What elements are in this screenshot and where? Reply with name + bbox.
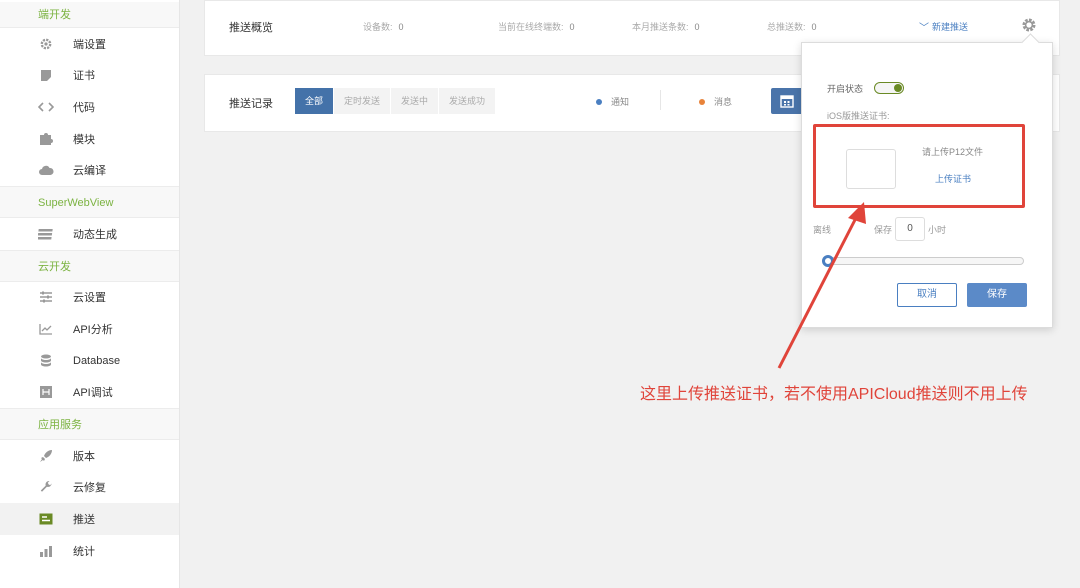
offline-label: 离线 <box>813 225 832 235</box>
new-push-link[interactable]: ﹀ 新建推送 <box>919 19 968 34</box>
message-dot <box>699 98 705 105</box>
bar-chart-icon <box>38 544 54 558</box>
filter-sending-button[interactable]: 发送中 <box>391 88 440 114</box>
calendar-icon <box>780 95 794 108</box>
annotation-highlight-box <box>813 124 1025 208</box>
overview-title: 推送概览 <box>229 22 273 34</box>
sidebar-item-label: 统计 <box>73 545 95 558</box>
sidebar-item-label: Database <box>73 354 121 367</box>
sidebar-item-label: 证书 <box>73 70 95 83</box>
status-label: 开启状态 <box>827 84 864 94</box>
legend-message: 消息 <box>699 95 732 108</box>
save-button[interactable]: 保存 <box>967 283 1027 307</box>
sidebar-item-client-settings[interactable]: 端设置 <box>0 28 179 60</box>
section-header-client-dev: 端开发 <box>0 2 179 28</box>
sidebar-item-api-analysis[interactable]: API分析 <box>0 313 179 345</box>
sliders-icon <box>38 290 54 304</box>
filter-scheduled-button[interactable]: 定时发送 <box>334 88 392 114</box>
sidebar-item-code[interactable]: 代码 <box>0 91 179 123</box>
sidebar-item-label: 端设置 <box>73 38 106 51</box>
hours-unit: 小时 <box>928 225 947 235</box>
notification-dot <box>596 98 602 105</box>
sidebar-item-module[interactable]: 模块 <box>0 123 179 155</box>
sidebar-item-cloud-compile[interactable]: 云编译 <box>0 154 179 186</box>
sidebar-item-label: 模块 <box>73 133 95 146</box>
offline-keep-label: 保存 <box>874 225 893 235</box>
sidebar-item-statistics[interactable]: 统计 <box>0 535 179 567</box>
cloud-icon <box>38 163 54 177</box>
section-header-app-services: 应用服务 <box>0 407 179 440</box>
records-title: 推送记录 <box>229 98 273 110</box>
layers-icon <box>38 227 54 241</box>
sidebar-item-cloud-repair[interactable]: 云修复 <box>0 472 179 504</box>
database-icon <box>38 354 54 368</box>
filter-all-button[interactable]: 全部 <box>295 88 335 114</box>
rocket-icon <box>38 449 54 463</box>
gear-icon <box>38 37 54 51</box>
sidebar-item-cloud-settings[interactable]: 云设置 <box>0 282 179 314</box>
chevron-down-icon: ﹀ <box>919 23 929 34</box>
sidebar-item-label: 动态生成 <box>73 228 117 241</box>
cancel-button[interactable]: 取消 <box>897 283 957 307</box>
sidebar: 端开发 端设置 证书 代码 模块 云编译 SuperWebView 动态生成 云… <box>0 0 180 588</box>
offline-slider-track[interactable] <box>822 257 1024 265</box>
stat-devices: 设备数: 0 <box>363 22 404 32</box>
line-chart-icon <box>38 322 54 336</box>
section-header-cloud-dev: 云开发 <box>0 249 179 282</box>
sidebar-item-dynamic-generate[interactable]: 动态生成 <box>0 218 179 250</box>
filter-sent-button[interactable]: 发送成功 <box>439 88 497 114</box>
sidebar-item-label: 代码 <box>73 101 95 114</box>
records-filter-group: 全部 定时发送 发送中 发送成功 <box>295 88 497 114</box>
annotation-text: 这里上传推送证书，若不使用APICloud推送则不用上传 <box>640 386 1028 403</box>
stat-monthly-pushes: 本月推送条数: 0 <box>632 22 700 32</box>
sidebar-item-label: API分析 <box>73 323 113 336</box>
new-push-label: 新建推送 <box>932 22 969 32</box>
push-icon <box>38 512 54 526</box>
section-header-superwebview: SuperWebView <box>0 185 179 218</box>
sidebar-item-label: API调试 <box>73 387 113 400</box>
puzzle-icon <box>38 132 54 146</box>
stat-online-terminals: 当前在线终端数: 0 <box>498 22 575 32</box>
toggle-knob <box>894 84 902 92</box>
legend-divider <box>660 90 661 110</box>
wrench-icon <box>38 480 54 494</box>
sidebar-item-api-debug[interactable]: API调试 <box>0 376 179 408</box>
sidebar-item-label: 云设置 <box>73 292 106 305</box>
legend-notification: 通知 <box>596 95 629 108</box>
hours-input[interactable]: 0 <box>895 217 925 241</box>
debug-icon <box>38 385 54 399</box>
push-settings-gear-icon[interactable] <box>1021 17 1037 33</box>
code-icon <box>38 100 54 114</box>
stat-total-pushes: 总推送数: 0 <box>767 22 817 32</box>
sidebar-item-label: 云修复 <box>73 482 106 495</box>
ios-cert-label: iOS版推送证书: <box>827 111 890 121</box>
sidebar-item-certificate[interactable]: 证书 <box>0 60 179 92</box>
status-toggle[interactable] <box>874 82 904 94</box>
offline-slider-handle[interactable] <box>822 255 834 267</box>
sidebar-item-label: 云编译 <box>73 165 106 178</box>
calendar-button[interactable] <box>771 88 803 114</box>
sidebar-item-label: 推送 <box>73 513 95 526</box>
sidebar-item-database[interactable]: Database <box>0 345 179 377</box>
sidebar-item-version[interactable]: 版本 <box>0 440 179 472</box>
certificate-icon <box>38 68 54 82</box>
sidebar-item-push[interactable]: 推送 <box>0 503 179 535</box>
sidebar-item-label: 版本 <box>73 450 95 463</box>
